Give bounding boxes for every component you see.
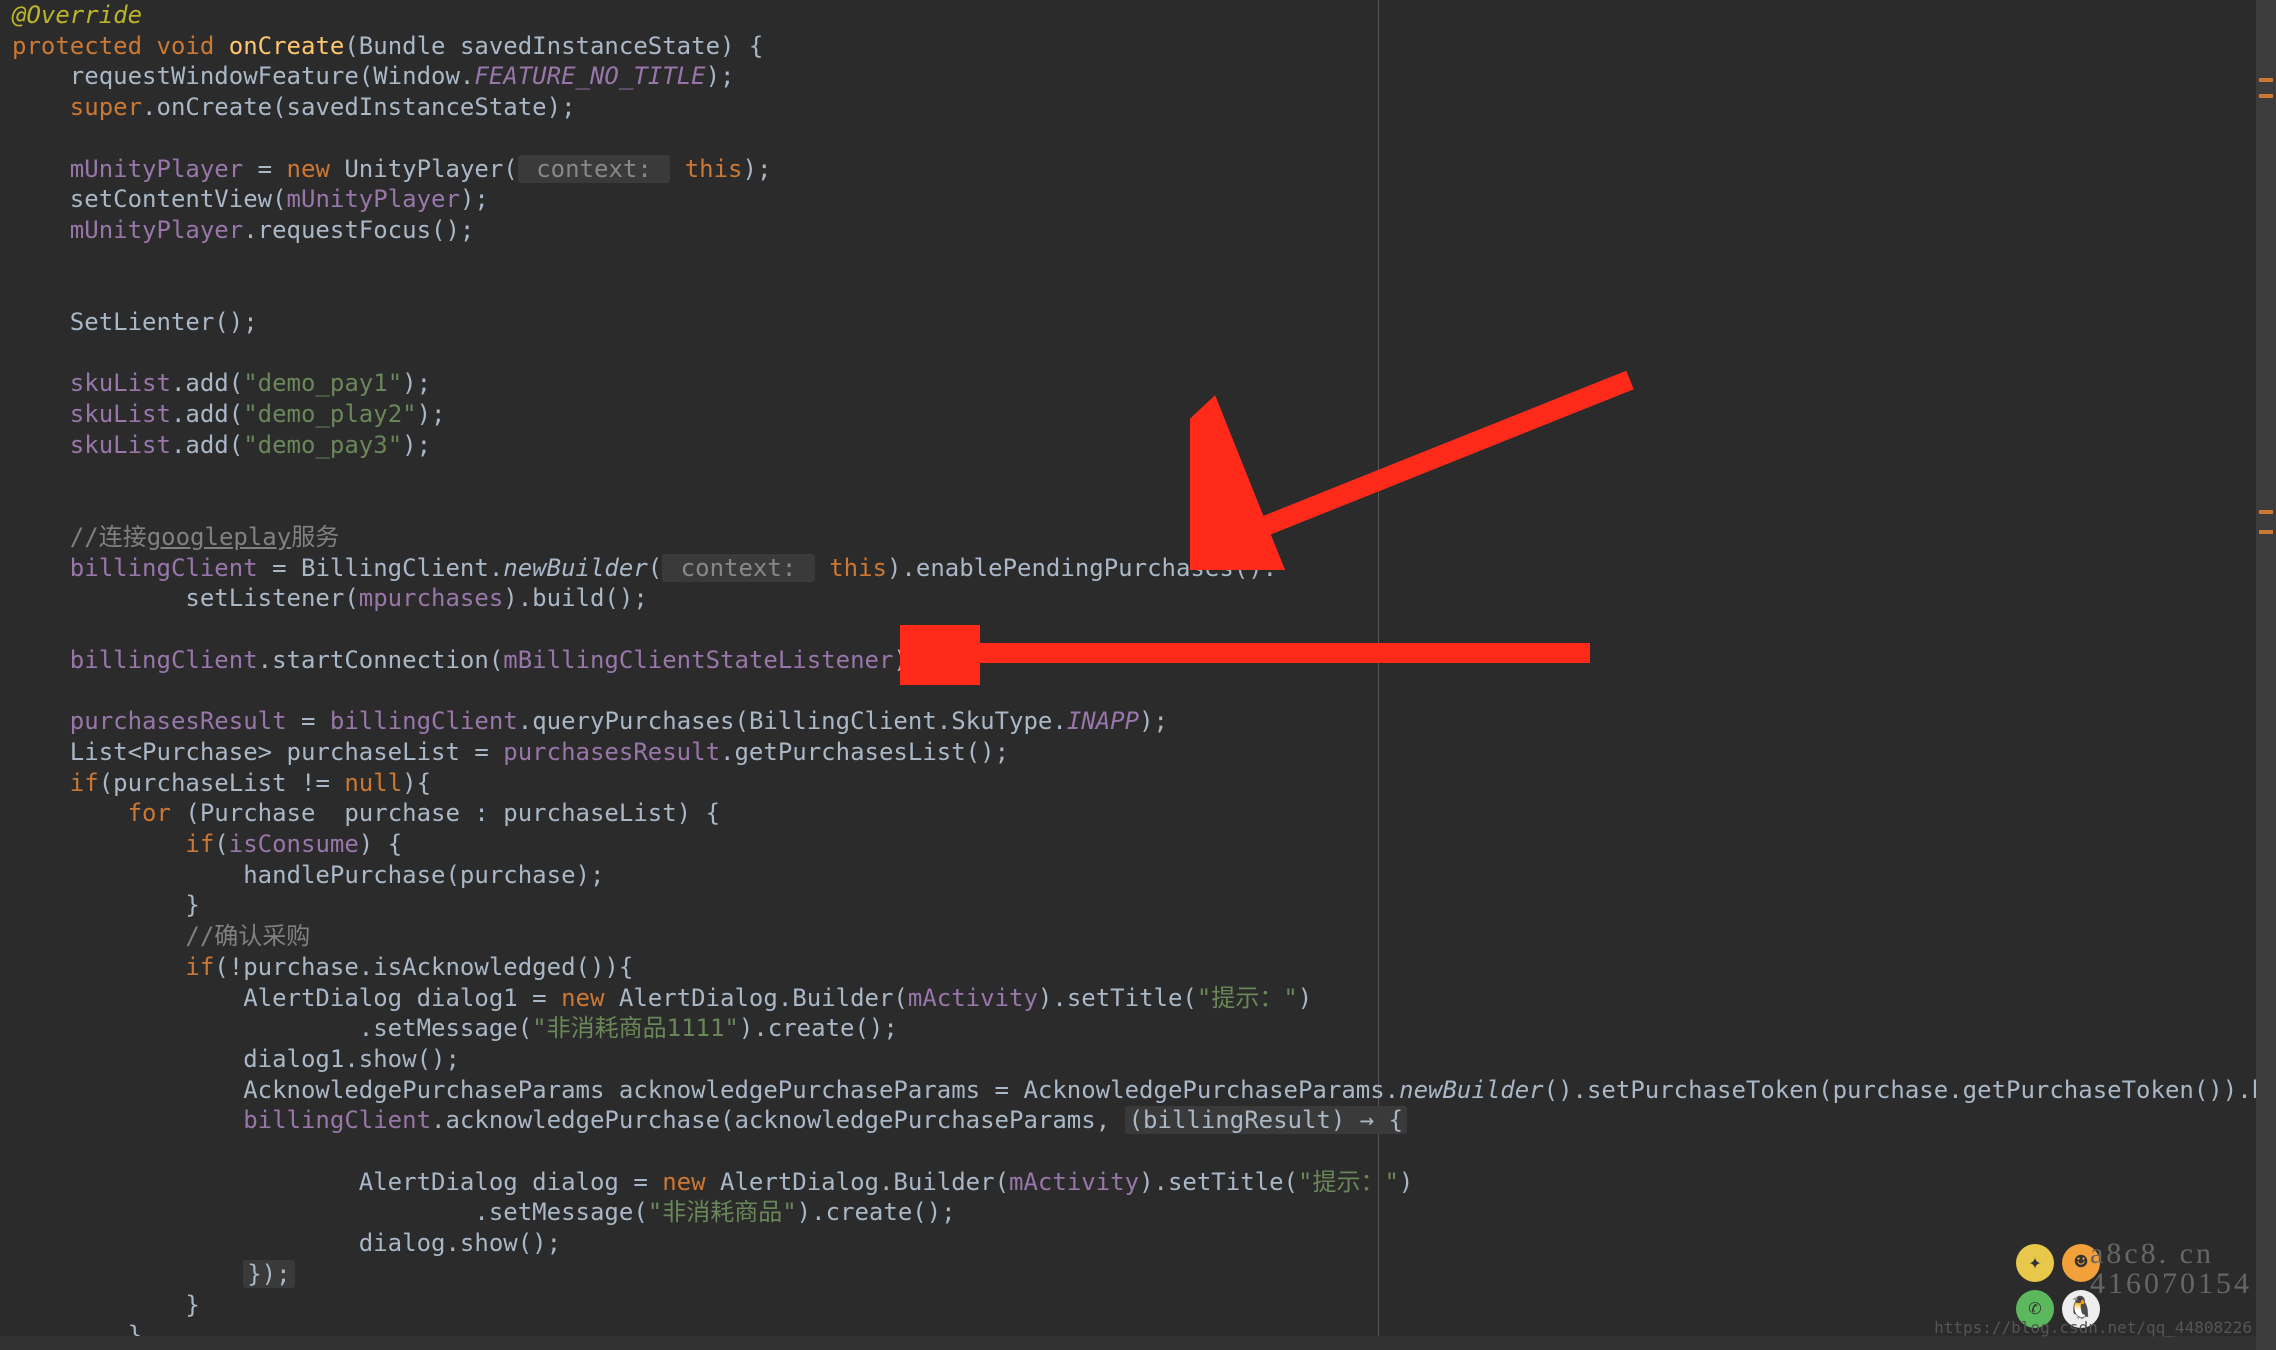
watermark-credit: https://blog.csdn.net/qq_44808226 (1934, 1313, 2252, 1344)
watermark-text: a8c8. cn 416070154 (2090, 1239, 2252, 1300)
watermark-badge-icon: ✦ (2016, 1244, 2054, 1282)
vertical-scrollbar[interactable] (2256, 0, 2276, 1350)
gutter-marker (2259, 78, 2273, 82)
code-block[interactable]: @Override protected void onCreate(Bundle… (12, 0, 2276, 1350)
code-editor[interactable]: @Override protected void onCreate(Bundle… (0, 0, 2276, 1350)
gutter-marker (2259, 530, 2273, 534)
annotation: @Override (12, 1, 142, 29)
gutter-marker (2259, 94, 2273, 98)
gutter-marker (2259, 510, 2273, 514)
horizontal-scrollbar[interactable] (0, 1336, 2256, 1350)
